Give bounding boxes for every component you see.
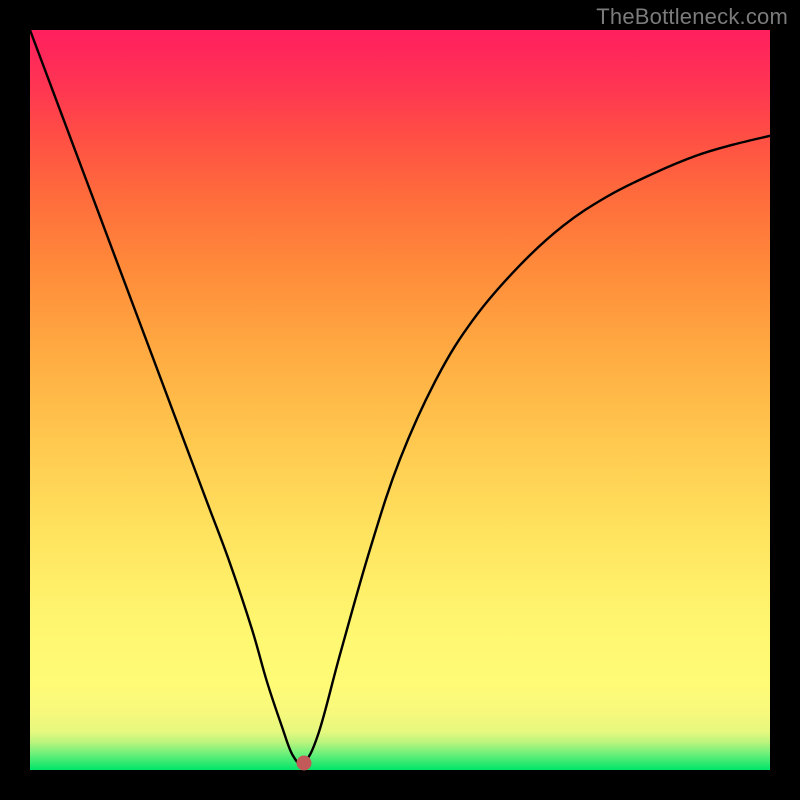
plot-area	[30, 30, 770, 770]
bottleneck-curve-path	[30, 30, 770, 764]
curve-svg	[30, 30, 770, 770]
minimum-marker	[296, 755, 311, 770]
watermark-text: TheBottleneck.com	[596, 4, 788, 30]
chart-frame: TheBottleneck.com	[0, 0, 800, 800]
